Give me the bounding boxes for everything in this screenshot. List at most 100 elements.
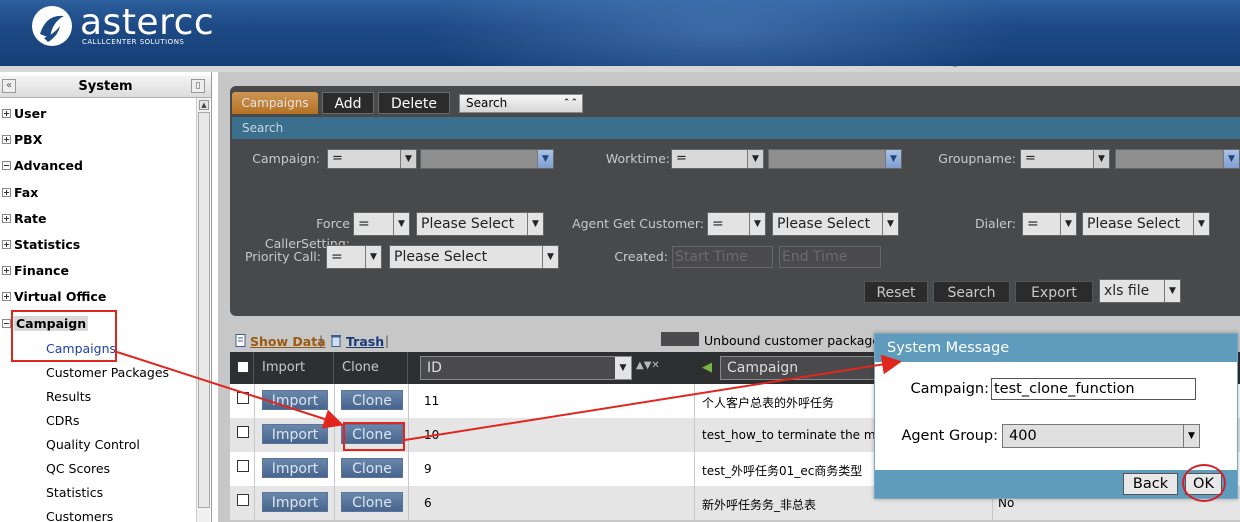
worktime-operator-select[interactable]: = ▼: [671, 149, 764, 169]
expand-icon[interactable]: [2, 187, 11, 197]
chevron-down-icon: ▼: [365, 246, 381, 268]
priority-value-select[interactable]: Please Select ▼: [389, 245, 559, 269]
left-navigation-panel: « System ▯ User PBX Advanced Fax Rate St…: [0, 72, 212, 522]
agent-get-operator-select[interactable]: = ▼: [707, 212, 766, 236]
tree-leaf-qc-scores[interactable]: QC Scores: [46, 458, 110, 480]
pin-icon[interactable]: ▯: [191, 79, 205, 93]
tree-node-statistics[interactable]: Statistics: [2, 233, 80, 255]
import-button[interactable]: Import: [262, 492, 328, 512]
move-left-icon[interactable]: ◀: [702, 360, 712, 375]
expand-icon[interactable]: [2, 291, 11, 301]
row-checkbox[interactable]: [237, 426, 249, 438]
back-button[interactable]: Back: [1123, 473, 1178, 495]
tree-node-advanced[interactable]: Advanced: [2, 154, 83, 176]
column-import[interactable]: Import: [254, 352, 334, 384]
expand-icon[interactable]: [2, 108, 11, 118]
collapse-icon[interactable]: [2, 318, 11, 328]
force-caller-operator-select[interactable]: = ▼: [353, 212, 410, 236]
search-toggle-select[interactable]: Search ⌃⌃: [459, 94, 583, 113]
chevron-down-icon: ▼: [885, 150, 901, 168]
collapse-icon[interactable]: [2, 160, 11, 170]
dialog-campaign-input[interactable]: [991, 378, 1196, 400]
agent-get-customer-label: Agent Get Customer:: [572, 216, 704, 231]
sort-controls-icon[interactable]: ▲▼✕: [636, 360, 660, 371]
tree-node-pbx[interactable]: PBX: [2, 128, 42, 150]
created-label: Created:: [614, 249, 668, 264]
tab-campaigns[interactable]: Campaigns: [232, 92, 318, 114]
priority-operator-select[interactable]: = ▼: [326, 245, 382, 269]
app-header: astercc CALLLCENTER SOLUTIONS: [0, 0, 1240, 66]
trash-icon: [331, 335, 341, 347]
expand-icon[interactable]: [2, 213, 11, 223]
clone-button[interactable]: Clone: [341, 492, 403, 512]
worktime-value-select[interactable]: ▼: [768, 149, 902, 169]
force-caller-value-select[interactable]: Please Select ▼: [416, 212, 544, 236]
groupname-value-select[interactable]: ▼: [1115, 149, 1240, 169]
row-campaign: 个人客户总表的外呼任务: [702, 396, 835, 410]
row-checkbox[interactable]: [237, 460, 249, 472]
chevron-down-icon: ▼: [749, 213, 765, 235]
tree-leaf-quality-control[interactable]: Quality Control: [46, 434, 140, 456]
row-checkbox[interactable]: [237, 392, 249, 404]
expand-icon[interactable]: [2, 134, 11, 144]
chevron-down-icon: ▼: [1223, 150, 1239, 168]
search-button[interactable]: Search: [933, 281, 1010, 303]
trash-link[interactable]: Trash: [346, 334, 384, 349]
expand-icon[interactable]: [2, 239, 11, 249]
tree-node-fax[interactable]: Fax: [2, 181, 38, 203]
groupname-operator-select[interactable]: = ▼: [1020, 149, 1110, 169]
chevron-down-icon: ▼: [882, 213, 898, 235]
chevron-down-icon: ▼: [542, 246, 558, 268]
search-panel: Campaigns Add Delete Search ⌃⌃ Search Cam…: [230, 86, 1240, 316]
scroll-thumb[interactable]: [198, 112, 210, 508]
column-campaign[interactable]: Campaign: [720, 356, 890, 380]
dialog-campaign-label: Campaign:: [910, 381, 989, 397]
toolbar-separator: |: [385, 334, 390, 348]
astercc-logo-icon: [32, 6, 72, 46]
import-button[interactable]: Import: [262, 424, 328, 444]
end-time-input[interactable]: End Time: [779, 246, 881, 268]
column-id[interactable]: ID ▼: [420, 356, 632, 380]
tree-node-user[interactable]: User: [2, 102, 46, 124]
start-time-input[interactable]: Start Time: [672, 246, 773, 268]
row-id: 9: [424, 462, 432, 476]
export-button[interactable]: Export: [1015, 281, 1093, 303]
tree-node-rate[interactable]: Rate: [2, 207, 47, 229]
delete-button[interactable]: Delete: [378, 92, 450, 114]
toolbar-separator: |: [319, 334, 324, 348]
clone-button[interactable]: Clone: [341, 458, 403, 478]
chevron-down-icon: ▼: [1164, 280, 1180, 302]
campaign-operator-select[interactable]: = ▼: [327, 149, 417, 169]
tree-leaf-customer-packages[interactable]: Customer Packages: [46, 362, 169, 384]
tree-leaf-cdrs[interactable]: CDRs: [46, 410, 80, 432]
import-button[interactable]: Import: [262, 390, 328, 410]
scroll-up-icon[interactable]: ▲: [199, 100, 209, 110]
tree-leaf-customers[interactable]: Customers: [46, 506, 113, 522]
row-checkbox[interactable]: [237, 494, 249, 506]
campaign-value-select[interactable]: ▼: [420, 149, 554, 169]
import-button[interactable]: Import: [262, 458, 328, 478]
select-all-checkbox[interactable]: [237, 361, 249, 373]
agent-get-value-select[interactable]: Please Select ▼: [772, 212, 899, 236]
show-data-link[interactable]: Show Data: [250, 334, 326, 349]
column-divider: [408, 384, 409, 522]
tree-leaf-statistics[interactable]: Statistics: [46, 482, 103, 504]
dialog-agent-group-select[interactable]: 400 ▼: [1002, 424, 1200, 448]
chevron-down-icon: ▼: [537, 150, 553, 168]
export-format-select[interactable]: xls file ▼: [1099, 279, 1181, 303]
tree-scrollbar[interactable]: ▲: [196, 98, 210, 522]
column-divider: [254, 384, 255, 522]
dialer-value-select[interactable]: Please Select ▼: [1082, 212, 1210, 236]
dialog-agent-group-label: Agent Group:: [901, 428, 998, 444]
expand-icon[interactable]: [2, 265, 11, 275]
groupname-filter-label: Groupname:: [938, 151, 1016, 166]
clone-button[interactable]: Clone: [341, 390, 403, 410]
tree-node-finance[interactable]: Finance: [2, 259, 69, 281]
tree-leaf-results[interactable]: Results: [46, 386, 91, 408]
tree-node-virtual-office[interactable]: Virtual Office: [2, 285, 106, 307]
chevron-down-icon: ▼: [527, 213, 543, 235]
reset-button[interactable]: Reset: [864, 281, 928, 303]
column-clone[interactable]: Clone: [334, 352, 408, 384]
dialer-operator-select[interactable]: = ▼: [1022, 212, 1077, 236]
add-button[interactable]: Add: [322, 92, 374, 114]
